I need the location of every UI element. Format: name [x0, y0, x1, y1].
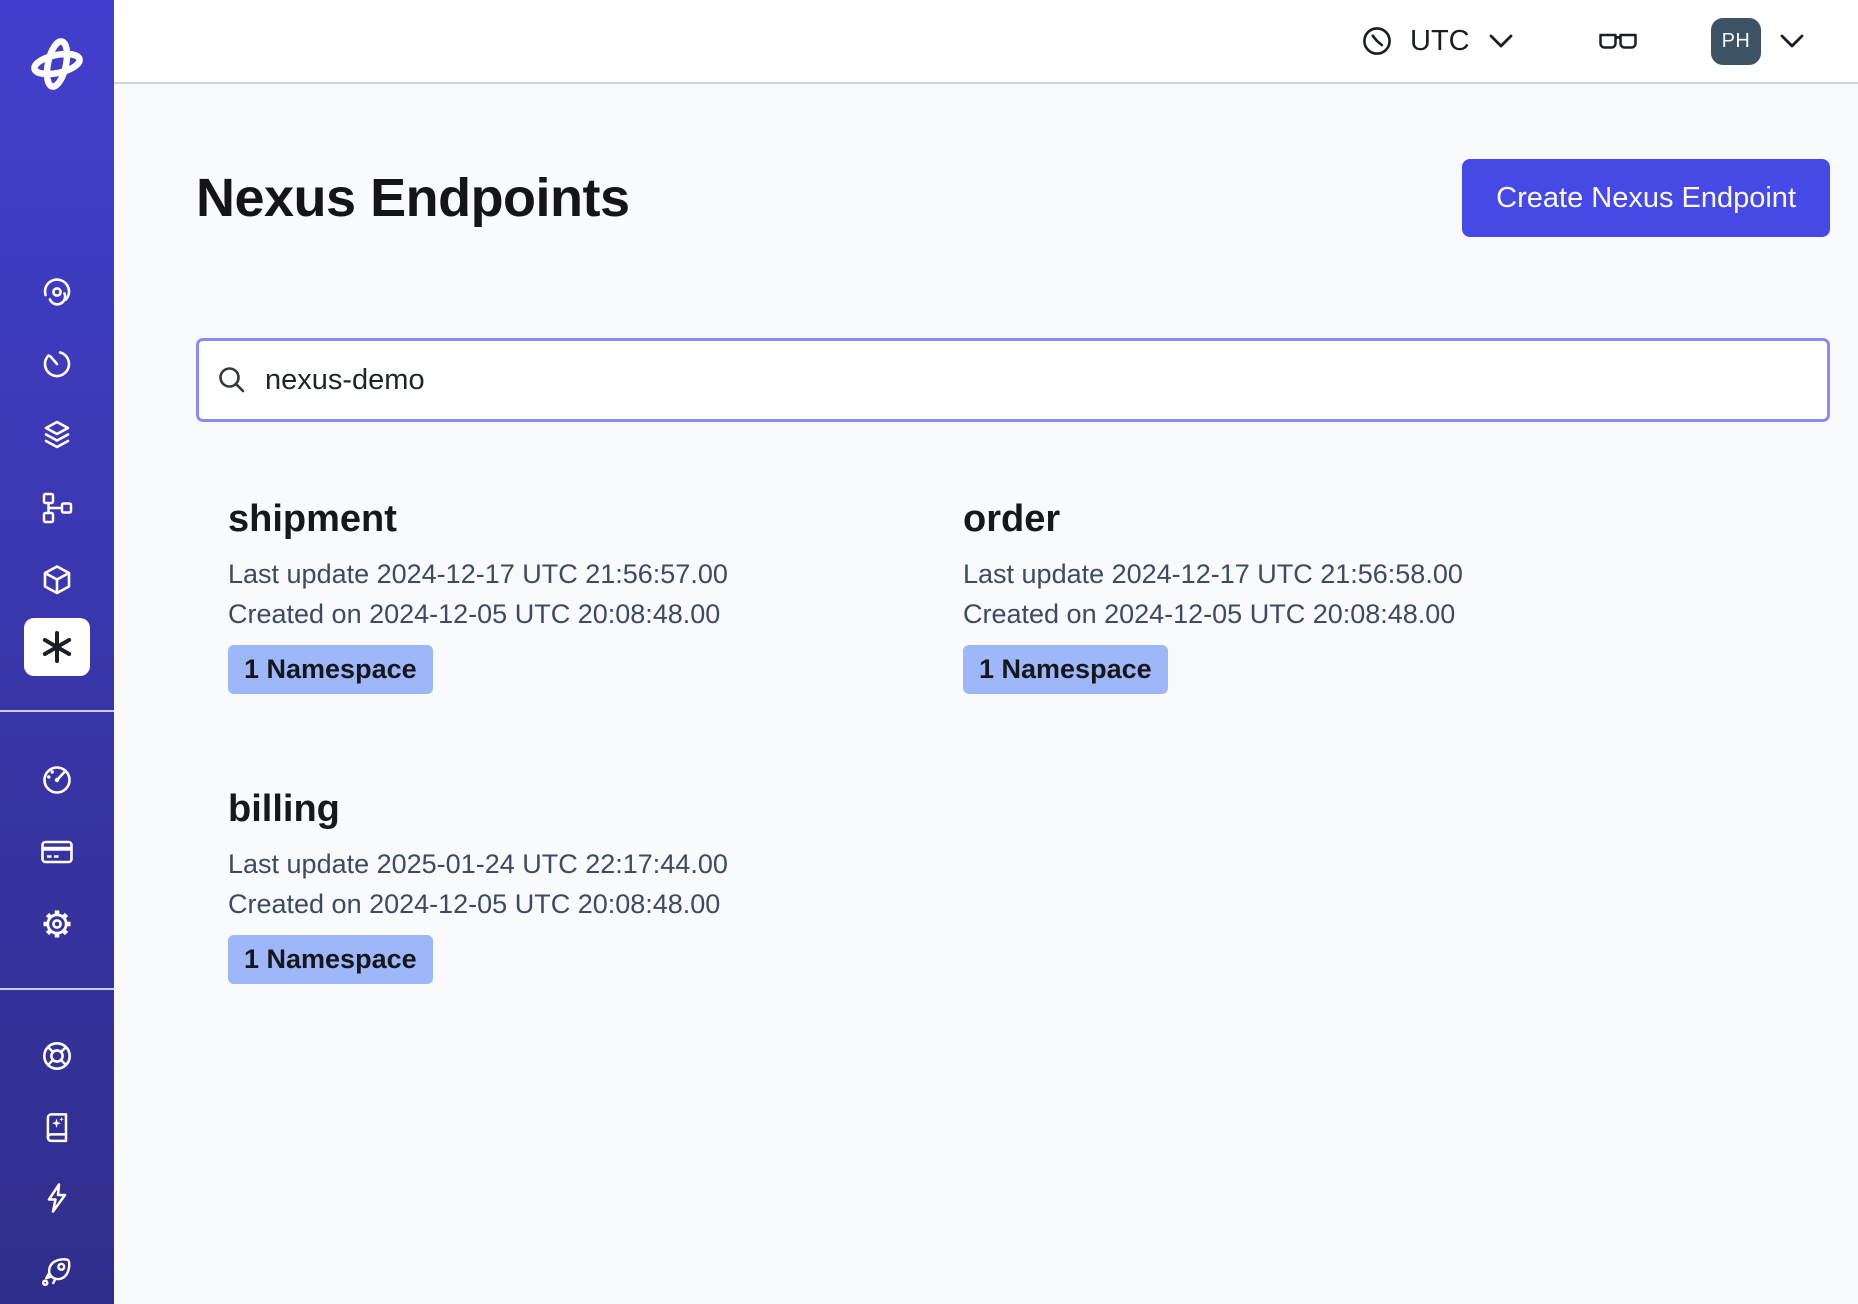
- layers-icon: [39, 417, 75, 453]
- topbar: UTC PH: [114, 0, 1858, 84]
- endpoint-name: shipment: [228, 498, 931, 541]
- sidebar-item-getting-started[interactable]: [35, 1249, 79, 1293]
- glasses-icon: [1597, 25, 1639, 57]
- sidebar-item-workflows[interactable]: [35, 270, 79, 314]
- namespace-badge: 1 Namespace: [228, 935, 433, 984]
- billing-card-icon: [39, 834, 75, 870]
- endpoint-card-shipment[interactable]: shipment Last update 2024-12-17 UTC 21:5…: [196, 498, 931, 694]
- sidebar-item-nexus-active[interactable]: [24, 618, 90, 676]
- sidebar-item-batch-operations[interactable]: [35, 486, 79, 530]
- sidebar-item-namespaces[interactable]: [35, 413, 79, 457]
- endpoint-name: billing: [228, 788, 931, 831]
- endpoint-created-on: Created on 2024-12-05 UTC 20:08:48.00: [228, 599, 931, 629]
- timezone-selector[interactable]: UTC: [1360, 0, 1516, 82]
- sidebar: [0, 0, 114, 1304]
- reader-mode-button[interactable]: [1597, 0, 1639, 82]
- endpoint-name: order: [963, 498, 1666, 541]
- endpoint-card-order[interactable]: order Last update 2024-12-17 UTC 21:56:5…: [931, 498, 1666, 694]
- sidebar-item-labs[interactable]: [35, 1176, 79, 1220]
- endpoint-created-on: Created on 2024-12-05 UTC 20:08:48.00: [228, 889, 931, 919]
- page-title: Nexus Endpoints: [196, 167, 630, 229]
- sidebar-item-usage[interactable]: [35, 758, 79, 802]
- endpoint-created-on: Created on 2024-12-05 UTC 20:08:48.00: [963, 599, 1666, 629]
- app-window: UTC PH Nexus Endpoints Creat: [0, 0, 1858, 1304]
- usage-gauge-icon: [40, 763, 74, 797]
- create-nexus-endpoint-button[interactable]: Create Nexus Endpoint: [1462, 159, 1830, 237]
- workflows-spiral-icon: [40, 275, 74, 309]
- user-menu[interactable]: PH: [1711, 0, 1808, 82]
- endpoint-last-update: Last update 2025-01-24 UTC 22:17:44.00: [228, 849, 931, 879]
- temporal-logo-icon: [29, 38, 85, 90]
- page-header: Nexus Endpoints Create Nexus Endpoint: [196, 158, 1830, 238]
- namespace-badge: 1 Namespace: [228, 645, 433, 694]
- rocket-icon: [39, 1253, 75, 1289]
- settings-gear-icon: [40, 907, 74, 941]
- sidebar-item-deployments[interactable]: [35, 558, 79, 602]
- sidebar-item-schedules[interactable]: [35, 342, 79, 386]
- clock-icon: [1360, 24, 1394, 58]
- chevron-down-icon: [1486, 32, 1516, 50]
- temporal-logo[interactable]: [27, 36, 87, 92]
- lightning-icon: [40, 1181, 74, 1215]
- schedules-timer-icon: [40, 347, 74, 381]
- nexus-asterisk-icon: [38, 628, 76, 666]
- chevron-down-icon: [1776, 31, 1808, 51]
- workflow-graph-icon: [40, 491, 74, 525]
- empty-grid-cell: [931, 788, 1666, 984]
- main-content: Nexus Endpoints Create Nexus Endpoint sh…: [114, 84, 1858, 1304]
- support-ring-icon: [39, 1038, 75, 1074]
- namespace-badge: 1 Namespace: [963, 645, 1168, 694]
- sidebar-item-docs[interactable]: [35, 1105, 79, 1149]
- sidebar-divider: [0, 710, 114, 712]
- endpoint-last-update: Last update 2024-12-17 UTC 21:56:58.00: [963, 559, 1666, 589]
- sidebar-item-support[interactable]: [35, 1034, 79, 1078]
- endpoint-last-update: Last update 2024-12-17 UTC 21:56:57.00: [228, 559, 931, 589]
- avatar: PH: [1711, 18, 1761, 65]
- docs-book-icon: [40, 1110, 74, 1144]
- sidebar-divider: [0, 988, 114, 990]
- sidebar-item-settings[interactable]: [35, 902, 79, 946]
- endpoint-list: shipment Last update 2024-12-17 UTC 21:5…: [196, 498, 1830, 984]
- endpoint-card-billing[interactable]: billing Last update 2025-01-24 UTC 22:17…: [196, 788, 931, 984]
- cube-icon: [39, 562, 75, 598]
- search-input[interactable]: [196, 338, 1830, 422]
- timezone-label: UTC: [1410, 25, 1470, 58]
- sidebar-item-billing[interactable]: [35, 830, 79, 874]
- search-bar: [196, 338, 1830, 422]
